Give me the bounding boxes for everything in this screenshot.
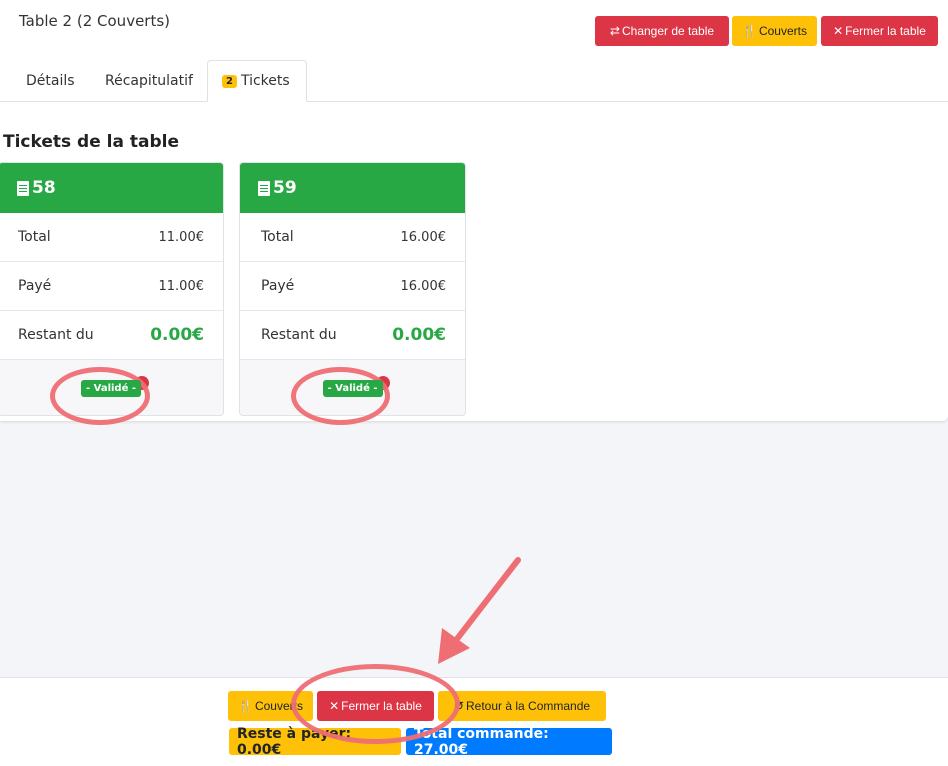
tab-bar: Détails Récapitulatif 2 Tickets xyxy=(0,60,948,102)
status-badge: - Validé - xyxy=(322,380,383,397)
main-card: Table 2 (2 Couverts) ⇄ Changer de table … xyxy=(0,0,948,421)
back-to-order-button[interactable]: ↺ Retour à la Commande xyxy=(438,691,606,721)
ticket-paid-value: 16.00€ xyxy=(400,278,447,294)
ticket-number: 59 xyxy=(273,178,297,198)
ticket-footer: - Validé - xyxy=(0,360,223,415)
ticket-paid-value: 11.00€ xyxy=(158,278,205,294)
ticket-total-value: 11.00€ xyxy=(158,229,205,245)
status-badge: - Validé - xyxy=(81,380,141,397)
close-table-button[interactable]: ✕ Fermer la table xyxy=(821,16,938,46)
ticket-row-due: Restant du 0.00€ xyxy=(0,311,223,360)
ticket-header: 58 xyxy=(0,163,223,213)
ticket-card[interactable]: 58 Total 11.00€ Payé 11.00€ Restant du 0… xyxy=(0,162,224,416)
ticket-footer: - Validé - xyxy=(240,360,465,415)
ticket-row-total: Total 11.00€ xyxy=(0,213,223,262)
section-title: Tickets de la table xyxy=(3,132,180,152)
page-title: Table 2 (2 Couverts) xyxy=(19,12,171,30)
tab-tickets[interactable]: 2 Tickets xyxy=(207,60,307,102)
change-table-button[interactable]: ⇄ Changer de table xyxy=(595,16,729,46)
close-icon: ✕ xyxy=(833,24,844,38)
ticket-header: 59 xyxy=(240,163,465,213)
ticket-number: 58 xyxy=(32,178,56,198)
tab-summary[interactable]: Récapitulatif xyxy=(103,60,195,102)
undo-icon: ↺ xyxy=(453,699,464,713)
covers-button-bottom[interactable]: 🍴 Couverts xyxy=(228,691,313,721)
order-total-badge: Total commande: 27.00€ xyxy=(406,726,612,758)
ticket-row-total: Total 16.00€ xyxy=(240,213,465,262)
ticket-due-value: 0.00€ xyxy=(392,325,446,345)
close-icon: ✕ xyxy=(329,699,340,713)
exchange-icon: ⇄ xyxy=(609,24,620,38)
close-table-button-bottom[interactable]: ✕ Fermer la table xyxy=(317,691,434,721)
utensils-icon: 🍴 xyxy=(742,24,757,38)
bottom-bar: 🍴 Couverts ✕ Fermer la table ↺ Retour à … xyxy=(0,677,948,766)
receipt-icon xyxy=(258,180,270,196)
ticket-total-value: 16.00€ xyxy=(400,229,447,245)
ticket-row-paid: Payé 16.00€ xyxy=(240,262,465,311)
utensils-icon: 🍴 xyxy=(238,699,253,713)
tickets-count-badge: 2 xyxy=(222,74,237,88)
tab-details[interactable]: Détails xyxy=(24,60,77,102)
ticket-card[interactable]: 59 Total 16.00€ Payé 16.00€ Restant du 0… xyxy=(239,162,466,416)
receipt-icon xyxy=(17,180,29,196)
ticket-row-paid: Payé 11.00€ xyxy=(0,262,223,311)
covers-button[interactable]: 🍴 Couverts xyxy=(732,16,817,46)
ticket-row-due: Restant du 0.00€ xyxy=(240,311,465,360)
remaining-to-pay-badge: Reste à payer: 0.00€ xyxy=(229,726,401,758)
ticket-due-value: 0.00€ xyxy=(150,325,204,345)
